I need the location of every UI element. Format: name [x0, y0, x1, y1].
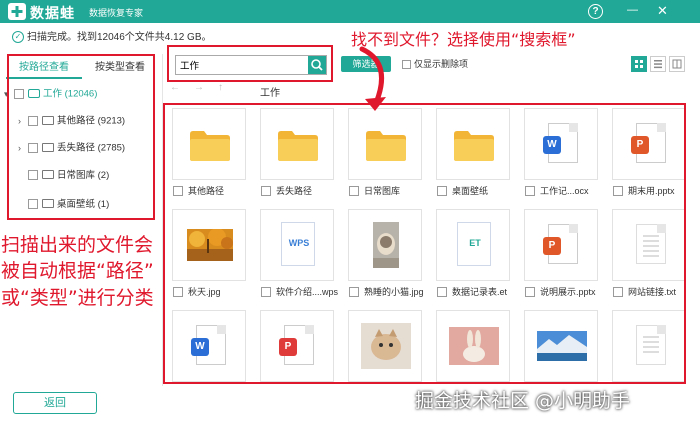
back-arrow-icon[interactable]: ← — [170, 82, 180, 93]
list-view-icon — [654, 60, 662, 69]
list-view-button[interactable] — [650, 56, 666, 72]
minimize-button[interactable]: — — [625, 4, 640, 19]
annotation-grid-box — [163, 103, 686, 384]
annotation-left-line-3: 或“类型”进行分类 — [1, 287, 154, 309]
scan-status-text: 扫描完成。找到12046个文件共4.12 GB。 — [27, 32, 212, 43]
annotation-left-line-1: 扫描出来的文件会 — [1, 234, 154, 256]
annotation-top-text: 找不到文件？选择使用“搜索框” — [351, 30, 576, 49]
grid-view-icon — [635, 60, 643, 68]
app-subtitle: 数据恢复专家 — [89, 8, 144, 18]
annotation-sidebar-box — [7, 54, 155, 220]
check-circle-icon: ✓ — [12, 31, 24, 44]
only-deleted-checkbox[interactable] — [402, 60, 411, 70]
annotation-search-box — [167, 45, 333, 82]
title-bar: 数据蛙 数据恢复专家 ? — ✕ — [0, 0, 700, 23]
annotation-arrow-icon — [359, 46, 386, 111]
logo-icon — [8, 3, 26, 20]
breadcrumb[interactable]: 工作 — [260, 84, 280, 99]
grid-view-button[interactable] — [631, 56, 647, 72]
detail-view-button[interactable] — [669, 56, 685, 72]
only-deleted-label: 仅显示删除项 — [414, 59, 469, 69]
back-button[interactable]: 返回 — [13, 392, 97, 414]
close-button[interactable]: ✕ — [655, 4, 670, 19]
scan-status: ✓ 扫描完成。找到12046个文件共4.12 GB。 — [12, 28, 212, 44]
forward-arrow-icon[interactable]: → — [194, 82, 204, 93]
annotation-left-line-2: 被自动根据“路径” — [1, 260, 154, 282]
help-button[interactable]: ? — [588, 4, 603, 19]
app-logo-text: 数据蛙 — [30, 6, 75, 22]
watermark: 掘金技术社区 @小明助手 — [415, 390, 631, 412]
up-arrow-icon[interactable]: ↑ — [218, 82, 223, 93]
only-deleted-toggle[interactable]: 仅显示删除项 — [402, 57, 468, 71]
nav-buttons: ← → ↑ — [170, 82, 237, 98]
detail-view-icon — [672, 59, 682, 69]
